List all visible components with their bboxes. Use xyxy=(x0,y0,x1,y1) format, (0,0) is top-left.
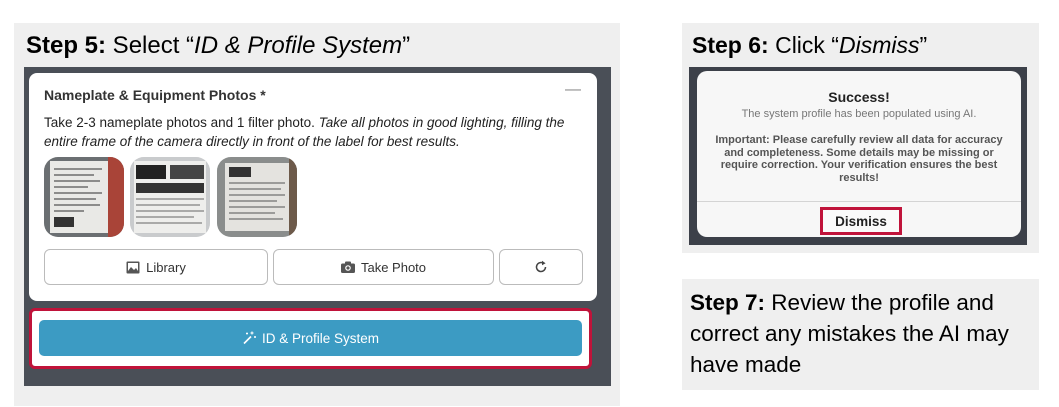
dialog-message: The system profile has been populated us… xyxy=(741,108,977,120)
step5-label: Step 5: xyxy=(26,32,107,59)
step5-screenshot: Nameplate & Equipment Photos * — Take 2-… xyxy=(24,67,611,386)
step5-panel: Step 5: Select “ID & Profile System” Nam… xyxy=(14,23,620,406)
library-button[interactable]: Library xyxy=(44,249,268,285)
step5-emph: ID & Profile System xyxy=(194,32,403,59)
step6-emph: Dismiss xyxy=(838,32,920,58)
card-desc-plain: Take 2-3 nameplate photos and 1 filter p… xyxy=(44,115,319,130)
nameplate-photo-thumbnail[interactable] xyxy=(44,157,124,237)
refresh-icon xyxy=(535,260,547,273)
nameplate-photo-3 xyxy=(217,157,297,237)
step6-panel: Step 6: Click “Dismiss” Success! The sys… xyxy=(682,23,1039,253)
dialog-important-note: Important: Please carefully review all d… xyxy=(715,134,1003,184)
step5-prefix: Select “ xyxy=(106,32,195,59)
step7-panel: Step 7: Review the profile and correct a… xyxy=(682,279,1039,390)
dialog-divider xyxy=(697,201,1021,202)
step6-prefix: Click “ xyxy=(768,32,839,58)
step5-suffix: ” xyxy=(402,32,411,59)
step6-title: Step 6: Click “Dismiss” xyxy=(692,32,927,59)
camera-icon xyxy=(340,261,355,273)
nameplate-photo-1 xyxy=(44,157,124,237)
photos-card: Nameplate & Equipment Photos * — Take 2-… xyxy=(29,73,597,301)
magic-wand-icon xyxy=(243,331,256,345)
step6-screenshot: Success! The system profile has been pop… xyxy=(689,67,1027,245)
collapse-icon[interactable]: — xyxy=(565,81,581,99)
id-profile-system-button[interactable]: ID & Profile System xyxy=(39,320,582,356)
card-title: Nameplate & Equipment Photos * xyxy=(44,87,266,103)
nameplate-photo-thumbnail[interactable] xyxy=(217,157,297,237)
nameplate-photo-2 xyxy=(130,157,210,237)
library-label: Library xyxy=(146,259,186,275)
dialog-title: Success! xyxy=(828,89,890,105)
step5-title: Step 5: Select “ID & Profile System” xyxy=(26,32,410,60)
step6-label: Step 6: xyxy=(692,32,769,58)
nameplate-photo-thumbnail[interactable] xyxy=(130,157,210,237)
step7-text: Step 7: Review the profile and correct a… xyxy=(690,287,1035,380)
id-profile-highlight-box: ID & Profile System xyxy=(29,308,592,369)
take-photo-button[interactable]: Take Photo xyxy=(273,249,494,285)
refresh-button[interactable] xyxy=(499,249,583,285)
id-profile-system-label: ID & Profile System xyxy=(261,330,380,346)
step6-suffix: ” xyxy=(919,32,928,58)
dismiss-button[interactable]: Dismiss xyxy=(820,207,902,235)
library-icon xyxy=(126,261,140,273)
success-dialog: Success! The system profile has been pop… xyxy=(697,71,1021,237)
card-description: Take 2-3 nameplate photos and 1 filter p… xyxy=(44,113,589,151)
take-photo-label: Take Photo xyxy=(360,259,427,275)
step7-label: Step 7: xyxy=(690,290,766,315)
